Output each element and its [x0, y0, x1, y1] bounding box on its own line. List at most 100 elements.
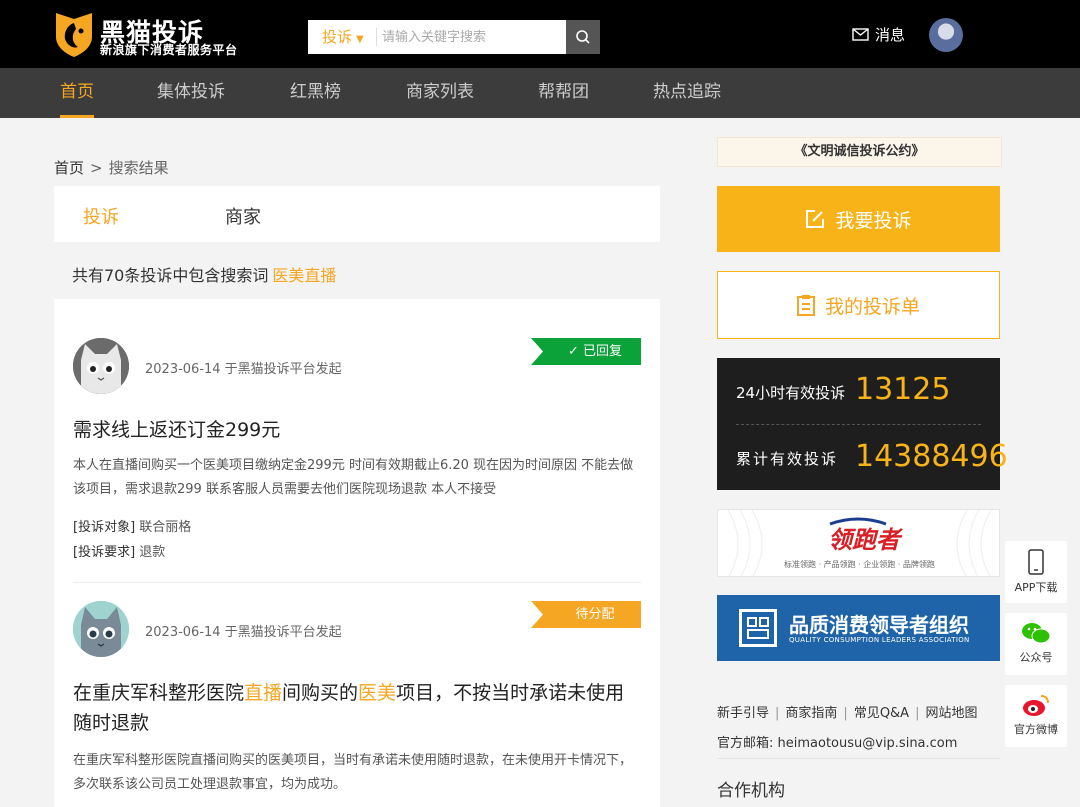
request-label: [投诉要求] [73, 545, 136, 560]
my-complaints-button[interactable]: 我的投诉单 [717, 271, 1000, 339]
nav-hot-tracking[interactable]: 热点追踪 [653, 68, 721, 118]
user-avatar[interactable] [929, 18, 963, 52]
search-button[interactable] [566, 20, 600, 54]
status-badge: 待分配 [531, 601, 641, 628]
top-bar: 黑猫投诉 新浪旗下消费者服务平台 投诉▼ 消息 [0, 0, 1080, 68]
card-meta: 2023-06-14 于黑猫投诉平台发起 [145, 362, 342, 377]
leader-ad-banner[interactable]: 领跑者 标准领跑 · 产品领跑 · 企业领跑 · 品牌领跑 [717, 509, 1000, 577]
leader-mark: 领跑者 [828, 526, 900, 554]
breadcrumb-separator: > [90, 159, 103, 177]
stat-24h-value: 13125 [855, 372, 951, 407]
card-description: 本人在直播间购买一个医美项目缴纳定金299元 时间有效期截止6.20 现在因为时… [73, 458, 634, 497]
phone-icon [1028, 549, 1044, 575]
check-icon: ✓ [567, 344, 583, 359]
card-target: [投诉对象] 联合丽格 [73, 516, 191, 535]
breadcrumb: 首页 > 搜索结果 [54, 157, 169, 178]
float-wechat[interactable]: 公众号 [1005, 613, 1067, 675]
stat-total-value: 14388496 [855, 439, 1008, 474]
float-app-download[interactable]: APP下载 [1005, 541, 1067, 603]
tab-merchants[interactable]: 商家 [225, 203, 261, 229]
card-meta: 2023-06-14 于黑猫投诉平台发起 [145, 625, 342, 640]
status-badge: ✓ 已回复 [531, 338, 641, 365]
wechat-icon [1022, 623, 1051, 644]
link-separator: | [915, 706, 920, 721]
search-box: 投诉 ▼ [308, 20, 600, 54]
status-label: 待分配 [575, 607, 615, 622]
title-part: 在重庆军科整形医院 [73, 682, 245, 704]
pledge-link[interactable]: 《文明诚信投诉公约》 [717, 137, 1002, 167]
link-sitemap[interactable]: 网站地图 [925, 706, 977, 721]
footer-links: 新手引导 | 商家指南 | 常见Q&A | 网站地图 [717, 702, 977, 721]
stat-24h-label: 24小时有效投诉 [736, 384, 846, 402]
quality-logo-icon [739, 609, 777, 647]
quality-ad-banner[interactable]: 品质消费领导者组织 QUALITY CONSUMPTION LEADERS AS… [717, 595, 1000, 661]
search-type-label: 投诉 [322, 28, 353, 46]
logo-subtitle: 新浪旗下消费者服务平台 [100, 43, 238, 57]
nav-help-group[interactable]: 帮帮团 [538, 68, 589, 118]
footer-divider [717, 758, 1000, 759]
target-label: [投诉对象] [73, 520, 136, 535]
title-part: 间购买的 [282, 682, 359, 704]
float-weibo-label: 官方微博 [1014, 723, 1058, 736]
main-nav: 首页 集体投诉 红黑榜 商家列表 帮帮团 热点追踪 [0, 68, 1080, 118]
cat-avatar [73, 601, 129, 657]
link-separator: | [775, 706, 780, 721]
stat-total-label: 累计有效投诉 [736, 450, 839, 468]
link-separator: | [843, 706, 848, 721]
breadcrumb-home[interactable]: 首页 [54, 159, 84, 177]
card-title[interactable]: 在重庆军科整形医院直播间购买的医美项目，不按当时承诺未使用随时退款 [73, 678, 641, 738]
partners-title: 合作机构 [717, 781, 785, 801]
summary-keyword: 医美直播 [272, 266, 337, 285]
cat-face-icon [73, 601, 129, 657]
search-divider [376, 28, 377, 46]
cat-face-icon [73, 338, 129, 394]
target-value[interactable]: 联合丽格 [139, 520, 191, 535]
stats-panel: 24小时有效投诉 13125 累计有效投诉 14388496 [717, 358, 1008, 490]
link-faq[interactable]: 常见Q&A [854, 706, 909, 721]
link-merchant-guide[interactable]: 商家指南 [785, 706, 837, 721]
search-summary: 共有70条投诉中包含搜索词 医美直播 [72, 262, 336, 286]
search-icon [576, 30, 590, 44]
status-label: 已回复 [583, 344, 623, 359]
tab-complaints[interactable]: 投诉 [83, 203, 119, 229]
results-list: 2023-06-14 于黑猫投诉平台发起 ✓ 已回复 需求线上返还订金299元 … [54, 299, 660, 807]
mail-icon [852, 28, 869, 41]
summary-text: 共有70条投诉中包含搜索词 [72, 266, 269, 285]
search-input[interactable] [382, 20, 566, 54]
title-highlight: 医美 [358, 682, 397, 704]
nav-group-complaints[interactable]: 集体投诉 [157, 68, 225, 118]
breadcrumb-current: 搜索结果 [108, 159, 169, 177]
file-complaint-button[interactable]: 我要投诉 [717, 186, 1000, 252]
leader-subtitle: 标准领跑 · 产品领跑 · 企业领跑 · 品牌领跑 [784, 560, 935, 569]
official-email: 官方邮箱: heimaotousu@vip.sina.com [717, 736, 958, 751]
link-beginner-guide[interactable]: 新手引导 [717, 706, 769, 721]
cat-shield-icon [56, 13, 92, 57]
request-value: 退款 [139, 545, 166, 560]
edit-icon [806, 210, 825, 228]
my-complaints-label: 我的投诉单 [824, 295, 920, 318]
nav-home[interactable]: 首页 [60, 68, 94, 118]
card-divider [73, 582, 641, 583]
nav-rankings[interactable]: 红黑榜 [290, 68, 341, 118]
file-complaint-label: 我要投诉 [835, 209, 912, 232]
messages-link[interactable]: 消息 [852, 24, 905, 45]
result-tabs: 投诉 商家 [54, 186, 660, 242]
messages-label: 消息 [875, 26, 906, 44]
float-app-label: APP下载 [1014, 581, 1058, 594]
card-request: [投诉要求] 退款 [73, 541, 165, 560]
weibo-icon [1023, 695, 1049, 716]
cat-avatar [73, 338, 129, 394]
float-wechat-label: 公众号 [1019, 651, 1053, 664]
search-type-select[interactable]: 投诉 ▼ [308, 20, 374, 54]
card-title[interactable]: 需求线上返还订金299元 [73, 415, 280, 445]
card-description: 在重庆军科整形医院直播间购买的医美项目，当时有承诺未使用随时退款，在未使用开卡情… [73, 753, 633, 792]
clipboard-icon [796, 295, 815, 316]
title-highlight: 直播 [244, 682, 283, 704]
stats-divider [736, 424, 981, 425]
quality-subtitle: QUALITY CONSUMPTION LEADERS ASSOCIATION [789, 636, 970, 644]
nav-merchants[interactable]: 商家列表 [406, 68, 474, 118]
site-logo[interactable]: 黑猫投诉 新浪旗下消费者服务平台 [54, 11, 264, 59]
quality-title: 品质消费领导者组织 [789, 613, 969, 637]
caret-down-icon: ▼ [356, 34, 364, 45]
float-weibo[interactable]: 官方微博 [1005, 685, 1067, 747]
